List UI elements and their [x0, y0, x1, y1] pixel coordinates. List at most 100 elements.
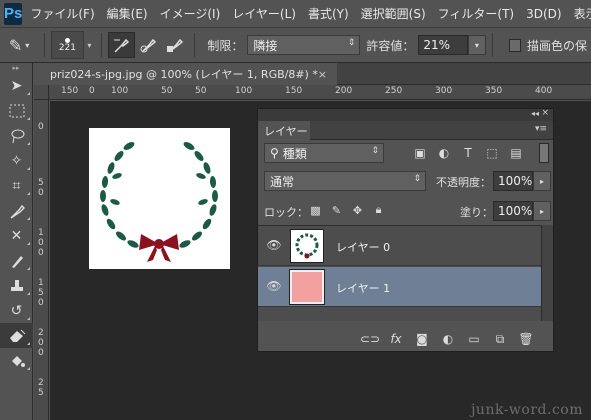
- crop-tool[interactable]: ⌗: [0, 173, 33, 198]
- vertical-ruler[interactable]: 0 5 0 1 0 0 1 5 0 2 0 0 2 5: [34, 100, 49, 420]
- history-brush-tool[interactable]: ↺: [0, 298, 33, 323]
- menu-bar: Ps ファイル(F) 編集(E) イメージ(I) レイヤー(L) 書式(Y) 選…: [0, 0, 591, 27]
- lock-transparency-icon[interactable]: ▩: [305, 201, 326, 219]
- layers-scrollbar[interactable]: [541, 225, 553, 321]
- lock-all-icon[interactable]: 🔒︎: [368, 201, 389, 219]
- lasso-icon: [11, 129, 24, 143]
- fill-input[interactable]: 100%: [493, 201, 533, 221]
- ruler-tick-label: 0: [38, 238, 44, 248]
- marquee-icon: [9, 104, 24, 117]
- menu-select[interactable]: 選択範囲(S): [361, 5, 426, 22]
- ruler-tick-label: 1: [38, 228, 44, 238]
- type-layer-filter-icon[interactable]: T: [456, 143, 480, 163]
- clone-stamp-tool[interactable]: [0, 273, 33, 298]
- limit-value: 隣接: [253, 38, 278, 53]
- brush-tool[interactable]: [0, 248, 33, 273]
- new-layer-icon[interactable]: ⧉: [487, 329, 513, 349]
- tolerance-input[interactable]: 21%: [418, 35, 469, 55]
- panel-grip[interactable]: ▸▸: [0, 63, 32, 73]
- layer-thumbnail: [290, 229, 324, 263]
- layers-panel-titlebar[interactable]: ◂◂ ×: [257, 108, 554, 121]
- layer-filter-row: ⚲ 種類 ⇕ ▣ ◐ T ⬚ ▤: [258, 141, 553, 165]
- menu-3d[interactable]: 3D(D): [526, 7, 561, 21]
- pixel-layer-filter-icon[interactable]: ▣: [408, 143, 432, 163]
- visibility-eye-icon[interactable]: 👁︎: [266, 238, 282, 252]
- tab-layers[interactable]: レイヤー: [258, 121, 310, 140]
- smart-object-filter-icon[interactable]: ▤: [504, 143, 528, 163]
- eyedropper-icon: [10, 204, 25, 219]
- layer-name: レイヤー 1: [336, 282, 391, 295]
- blend-row: 通常 ⇕ 不透明度： 100% ▸: [258, 169, 553, 193]
- shape-layer-filter-icon[interactable]: ⬚: [480, 143, 504, 163]
- lock-position-icon[interactable]: ✥: [347, 201, 368, 219]
- updown-arrows-icon: ⇕: [413, 174, 421, 184]
- lock-image-pixels-icon[interactable]: ✎: [326, 201, 347, 219]
- collapse-icon[interactable]: ◂◂: [531, 109, 539, 118]
- link-layers-icon[interactable]: ⊂⊃: [357, 329, 383, 349]
- layer-row-1[interactable]: 👁︎ レイヤー 1: [258, 267, 541, 307]
- eraser-tool[interactable]: [0, 323, 33, 348]
- delete-layer-trash-icon[interactable]: 🗑︎: [513, 329, 539, 349]
- filter-toggle-switch[interactable]: [539, 143, 549, 163]
- move-icon: ➤: [10, 77, 23, 94]
- document-title: priz024-s-jpg.jpg @ 100% (レイヤー 1, RGB/8#…: [50, 68, 318, 81]
- updown-arrows-icon: ⇕: [347, 38, 356, 48]
- opacity-input[interactable]: 100%: [493, 171, 533, 191]
- new-group-folder-icon[interactable]: ▭: [461, 329, 487, 349]
- sampling-background-button[interactable]: [162, 32, 189, 58]
- horizontal-ruler[interactable]: 150 100 50 0 50 100 150 200 250 300 350 …: [49, 85, 591, 100]
- document-tab[interactable]: priz024-s-jpg.jpg @ 100% (レイヤー 1, RGB/8#…: [34, 63, 337, 85]
- ruler-tick-label: 150: [61, 86, 79, 96]
- lasso-tool[interactable]: [0, 123, 33, 148]
- visibility-eye-icon[interactable]: 👁︎: [266, 279, 282, 293]
- blend-mode-select[interactable]: 通常 ⇕: [264, 171, 426, 191]
- adjustment-layer-icon[interactable]: ◐: [435, 329, 461, 349]
- panel-menu-icon[interactable]: ▾≡: [535, 124, 547, 134]
- paint-bucket-icon: [11, 355, 25, 367]
- ruler-tick-label: 0: [38, 122, 44, 132]
- menu-filter[interactable]: フィルター(T): [438, 5, 514, 22]
- brush-picker-dropdown[interactable]: ▾: [84, 35, 95, 55]
- limit-label: 制限：: [207, 38, 244, 53]
- close-icon[interactable]: ×: [541, 108, 549, 118]
- crop-icon: ⌗: [12, 177, 21, 194]
- healing-brush-tool[interactable]: ✕: [0, 223, 33, 248]
- limit-select[interactable]: 隣接 ⇕: [247, 35, 361, 55]
- lock-row: ロック： ▩ ✎ ✥ 🔒︎ 塗り： 100% ▸: [258, 198, 553, 222]
- menu-type[interactable]: 書式(Y): [308, 5, 349, 22]
- layer-name: レイヤー 0: [336, 241, 391, 254]
- layer-style-fx-icon[interactable]: fx: [383, 329, 409, 349]
- ruler-tick-label: 200: [335, 86, 353, 96]
- ruler-tick-label: 0: [38, 298, 44, 308]
- brush-size-picker[interactable]: 221: [51, 31, 84, 59]
- layers-list: 👁︎ レイヤー 0 👁︎ レイヤー 1: [258, 225, 541, 321]
- tolerance-dropdown[interactable]: ▾: [468, 35, 486, 55]
- magic-wand-icon: ✧: [10, 152, 23, 169]
- filter-kind-select[interactable]: ⚲ 種類 ⇕: [264, 143, 384, 163]
- menu-view[interactable]: 表示: [574, 5, 591, 22]
- tool-preset-picker[interactable]: ✎ ▾: [0, 31, 38, 59]
- menu-edit[interactable]: 編集(E): [107, 5, 148, 22]
- protect-foreground-checkbox[interactable]: [508, 38, 521, 52]
- eyedropper-tool[interactable]: [0, 198, 33, 223]
- marquee-tool[interactable]: [0, 98, 33, 123]
- menu-image[interactable]: イメージ(I): [160, 5, 221, 22]
- fill-slider-button[interactable]: ▸: [533, 201, 551, 221]
- sampling-once-button[interactable]: [135, 32, 162, 58]
- adjustment-layer-filter-icon[interactable]: ◐: [432, 143, 456, 163]
- close-icon[interactable]: ×: [318, 68, 327, 81]
- magic-wand-tool[interactable]: ✧: [0, 148, 33, 173]
- move-tool[interactable]: ➤: [0, 73, 33, 98]
- sampling-continuous-button[interactable]: [108, 32, 135, 58]
- add-mask-icon[interactable]: ◙: [409, 329, 435, 349]
- separator: [101, 33, 103, 57]
- ruler-tick-label: 1: [38, 278, 44, 288]
- layer-row-0[interactable]: 👁︎ レイヤー 0: [258, 226, 541, 266]
- ruler-tick-label: 250: [385, 86, 403, 96]
- menu-layer[interactable]: レイヤー(L): [232, 5, 296, 22]
- document-canvas[interactable]: [89, 128, 230, 269]
- paint-bucket-tool[interactable]: [0, 348, 33, 373]
- menu-file[interactable]: ファイル(F): [30, 5, 94, 22]
- opacity-slider-button[interactable]: ▸: [533, 171, 551, 191]
- ruler-origin[interactable]: [34, 85, 49, 100]
